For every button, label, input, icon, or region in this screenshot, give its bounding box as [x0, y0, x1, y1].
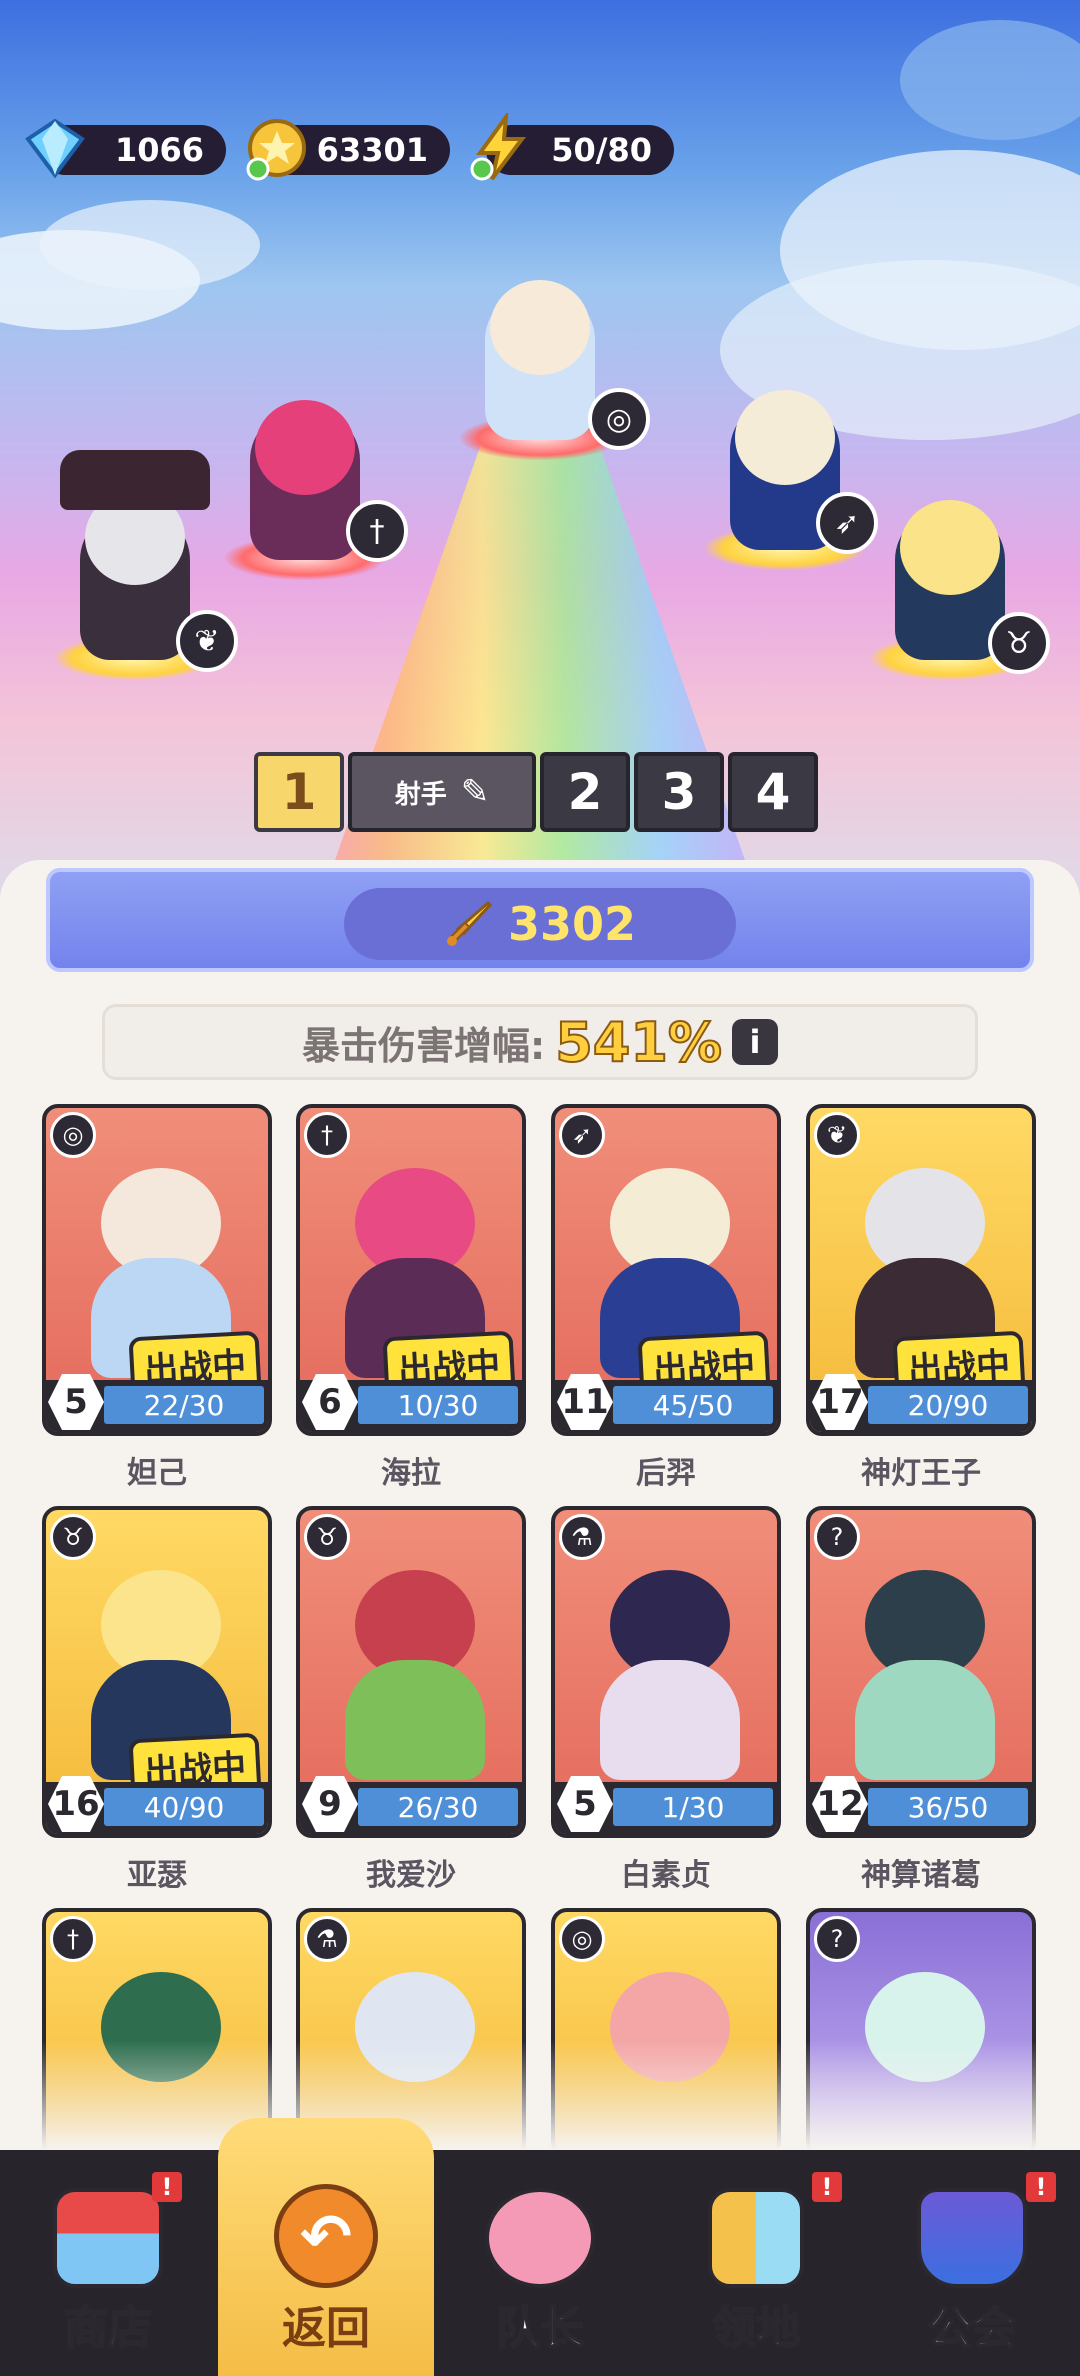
hero-card[interactable]: † 出战中 6 10/30 [296, 1104, 526, 1436]
shard-progress: 45/50 [613, 1386, 773, 1424]
info-icon[interactable]: i [732, 1019, 779, 1065]
door-icon [708, 2188, 804, 2288]
energy-value: 50/80 [551, 131, 652, 169]
hero-card[interactable]: ⚗ 5 1/30 [551, 1506, 781, 1838]
tab-team-1[interactable]: 1 [254, 752, 344, 832]
hero-card[interactable]: ♉ 9 26/30 [296, 1506, 526, 1838]
shard-progress: 20/90 [868, 1386, 1028, 1424]
hero-card[interactable]: ❦ 出战中 17 20/90 [806, 1104, 1036, 1436]
team-power: 3302 [344, 888, 736, 960]
spiral-icon: ◎ [559, 1916, 605, 1962]
hero-card[interactable]: ◎ 出战中 5 22/30 [42, 1104, 272, 1436]
ox-icon: ♉ [50, 1514, 96, 1560]
nav-label: 队长 [495, 2302, 585, 2355]
shard-progress: 36/50 [868, 1788, 1028, 1826]
nav-label: 公会 [927, 2302, 1017, 2355]
notification-badge: ! [152, 2172, 182, 2202]
crit-label: 暴击伤害增幅: [301, 1023, 546, 1068]
tab-role-archer[interactable]: 射手 ✎ [348, 752, 536, 832]
nav-label: 返回 [282, 2303, 370, 2354]
wings-icon: ❦ [814, 1112, 860, 1158]
guild-icon [917, 2188, 1027, 2288]
tab-team-4[interactable]: 4 [728, 752, 818, 832]
gems-value: 1066 [114, 131, 204, 169]
notification-badge: ! [812, 2172, 842, 2202]
shard-progress: 1/30 [613, 1788, 773, 1826]
crit-damage-row: 暴击伤害增幅: 541% i [102, 1004, 978, 1080]
team-tabs: 1 射手 ✎ 2 3 4 [254, 752, 818, 832]
hero-name: 妲己 [127, 1456, 187, 1491]
spiral-icon: ◎ [50, 1112, 96, 1158]
nav-back[interactable]: ↶ 返回 [218, 2118, 434, 2376]
hero-name: 海拉 [381, 1456, 441, 1491]
coins-value: 63301 [316, 131, 428, 169]
role-label: 射手 [394, 779, 447, 810]
shard-progress: 22/30 [104, 1386, 264, 1424]
nav-label: 领地 [711, 2302, 801, 2355]
tab-team-3[interactable]: 3 [634, 752, 724, 832]
potion-icon: ⚗ [304, 1916, 350, 1962]
hero-name: 亚瑟 [127, 1858, 187, 1893]
shard-progress: 26/30 [358, 1788, 518, 1826]
ox-icon: ♉ [304, 1514, 350, 1560]
back-arrow-icon: ↶ [274, 2184, 378, 2288]
hero-name: 神算诸葛 [861, 1858, 981, 1893]
lightning-icon [470, 113, 526, 181]
sword-icon: † [304, 1112, 350, 1158]
coins-counter[interactable]: 63301 [246, 119, 450, 181]
spiral-icon: ◎ [588, 388, 650, 450]
sword-icon [446, 900, 493, 946]
gem-icon [25, 118, 85, 179]
hero-name: 我爱沙 [366, 1858, 456, 1893]
shard-progress: 40/90 [104, 1788, 264, 1826]
sword-icon: † [346, 500, 408, 562]
hero-name: 后羿 [636, 1456, 696, 1491]
wings-icon: ❦ [176, 610, 238, 672]
coin-icon [246, 119, 306, 181]
nav-label: 商店 [63, 2302, 153, 2355]
nav-shop[interactable]: 商店 [0, 2160, 216, 2376]
question-icon: ? [814, 1514, 860, 1560]
energy-counter[interactable]: 50/80 [470, 113, 674, 181]
ox-icon: ♉ [988, 612, 1050, 674]
edit-icon: ✎ [460, 772, 490, 812]
captain-icon [485, 2188, 595, 2288]
shard-progress: 10/30 [358, 1386, 518, 1424]
question-icon: ? [814, 1916, 860, 1962]
gems-counter[interactable]: 1066 [25, 118, 226, 179]
potion-icon: ⚗ [559, 1514, 605, 1560]
nav-captain[interactable]: 队长 [432, 2160, 648, 2376]
crit-value: 541% [554, 1010, 723, 1075]
bow-icon: ➶ [559, 1112, 605, 1158]
hero-card[interactable]: ➶ 出战中 11 45/50 [551, 1104, 781, 1436]
tab-team-2[interactable]: 2 [540, 752, 630, 832]
notification-badge: ! [1026, 2172, 1056, 2202]
hero-name: 白素贞 [621, 1858, 711, 1893]
hero-card[interactable]: ? 12 36/50 [806, 1506, 1036, 1838]
sword-icon: † [50, 1916, 96, 1962]
power-value: 3302 [507, 897, 637, 951]
hero-card[interactable]: ♉ 出战中 16 40/90 [42, 1506, 272, 1838]
shop-icon [53, 2188, 163, 2288]
hero-name: 神灯王子 [861, 1456, 981, 1491]
